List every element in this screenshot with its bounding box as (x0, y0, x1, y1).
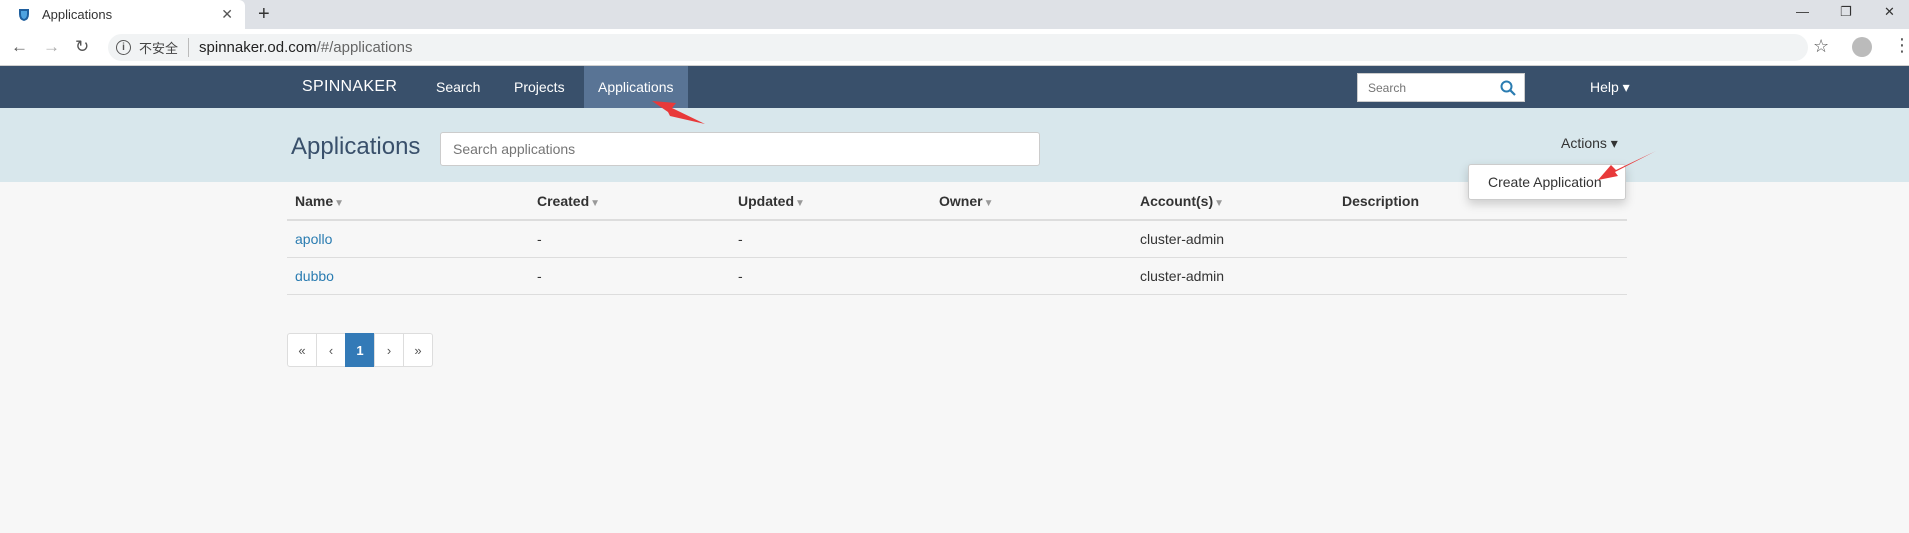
url-text[interactable]: spinnaker.od.com/#/applications (199, 39, 412, 56)
table-row[interactable]: dubbo - - cluster-admin (287, 257, 1627, 295)
cell-created: - (529, 220, 730, 258)
column-header-description: Description (1334, 183, 1627, 221)
cell-created: - (529, 257, 730, 295)
application-search-input[interactable] (440, 132, 1040, 166)
brand-logo[interactable]: SPINNAKER (302, 78, 397, 96)
browser-menu-icon[interactable]: ⋮ (1893, 35, 1909, 56)
column-header-owner[interactable]: Owner▼ (931, 183, 1132, 221)
table-header-row: Name▼ Created▼ Updated▼ Owner▼ Account(s… (287, 183, 1627, 221)
column-label: Updated (738, 193, 794, 209)
sort-icon: ▼ (983, 198, 994, 209)
last-page-button[interactable]: » (403, 333, 433, 367)
cell-accounts: cluster-admin (1132, 257, 1334, 295)
sort-icon: ▼ (1214, 198, 1225, 209)
first-page-button[interactable]: « (287, 333, 317, 367)
column-label: Owner (939, 193, 983, 209)
nav-search[interactable]: Search (422, 66, 494, 108)
previous-page-button[interactable]: ‹ (316, 333, 346, 367)
cell-accounts: cluster-admin (1132, 220, 1334, 258)
new-tab-icon[interactable]: + (258, 3, 270, 26)
sort-icon: ▼ (795, 198, 805, 209)
application-link[interactable]: apollo (295, 231, 332, 247)
cell-description (1334, 257, 1627, 295)
application-link[interactable]: dubbo (295, 268, 334, 284)
help-dropdown[interactable]: Help ▾ (1590, 79, 1630, 96)
info-icon[interactable]: i (116, 40, 131, 55)
table-row[interactable]: apollo - - cluster-admin (287, 220, 1627, 258)
applications-table: Name▼ Created▼ Updated▼ Owner▼ Account(s… (287, 183, 1627, 295)
column-header-name[interactable]: Name▼ (287, 183, 529, 221)
sort-icon: ▼ (334, 198, 345, 209)
browser-toolbar: ← → ↻ i 不安全 spinnaker.od.com/#/applicati… (0, 29, 1909, 66)
url-path: /#/applications (316, 39, 413, 56)
restore-icon[interactable]: ❐ (1840, 4, 1852, 20)
column-header-accounts[interactable]: Account(s)▼ (1132, 183, 1334, 221)
search-icon[interactable] (1500, 80, 1516, 96)
column-label: Account(s) (1140, 193, 1214, 209)
bookmark-star-icon[interactable]: ☆ (1813, 36, 1829, 57)
back-icon[interactable]: ← (11, 37, 28, 57)
cell-owner (931, 220, 1132, 258)
tab-close-icon[interactable]: ✕ (221, 6, 233, 23)
cell-owner (931, 257, 1132, 295)
column-header-created[interactable]: Created▼ (529, 183, 730, 221)
nav-applications[interactable]: Applications (584, 66, 688, 108)
global-search-input[interactable] (1358, 74, 1488, 101)
column-label: Name (295, 193, 334, 209)
page-title: Applications (291, 133, 421, 160)
browser-tab[interactable]: Applications ✕ (0, 0, 245, 29)
cell-updated: - (730, 220, 931, 258)
address-bar[interactable]: i 不安全 spinnaker.od.com/#/applications (108, 34, 1808, 61)
cell-updated: - (730, 257, 931, 295)
actions-dropdown[interactable]: Actions ▾ (1561, 135, 1618, 152)
column-label: Created (537, 193, 590, 209)
close-window-icon[interactable]: ✕ (1884, 4, 1895, 20)
pagination: « ‹ 1 › » (287, 333, 433, 367)
global-search (1357, 73, 1525, 102)
profile-avatar[interactable] (1852, 37, 1872, 57)
nav-projects[interactable]: Projects (500, 66, 579, 108)
url-host: spinnaker.od.com (199, 39, 317, 56)
minimize-icon[interactable]: — (1796, 4, 1809, 19)
next-page-button[interactable]: › (374, 333, 404, 367)
column-header-updated[interactable]: Updated▼ (730, 183, 931, 221)
app-navbar: SPINNAKER Search Projects Applications H… (0, 66, 1909, 108)
forward-icon[interactable]: → (43, 37, 60, 57)
tab-title: Applications (42, 7, 113, 22)
cell-description (1334, 220, 1627, 258)
spinnaker-favicon-icon (19, 8, 29, 21)
reload-icon[interactable]: ↻ (75, 37, 89, 57)
browser-tabstrip: Applications ✕ + — ❐ ✕ (0, 0, 1909, 29)
insecure-label: 不安全 (139, 38, 190, 57)
column-label: Description (1342, 193, 1420, 209)
sort-icon: ▼ (590, 198, 601, 209)
page-button-current[interactable]: 1 (345, 333, 375, 367)
